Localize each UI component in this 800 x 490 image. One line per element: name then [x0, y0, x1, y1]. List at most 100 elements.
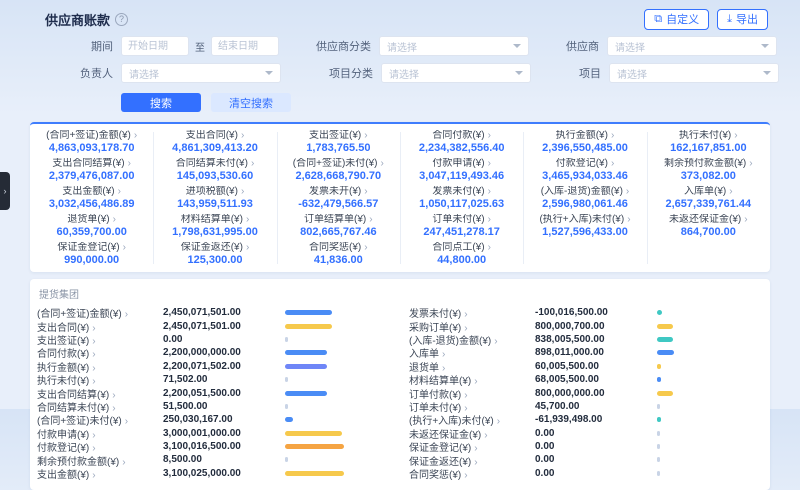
metric-row[interactable]: 支出合同结算(¥) 2,200,051,500.00: [37, 386, 391, 399]
project-select[interactable]: 请选择: [609, 63, 779, 83]
kpi-cell[interactable]: 支出合同结算(¥) 2,379,476,087.00: [30, 156, 153, 184]
kpi-cell[interactable]: 执行金额(¥) 2,396,550,485.00: [523, 128, 646, 156]
metric-row[interactable]: 合同奖惩(¥) 0.00: [409, 467, 763, 480]
kpi-cell[interactable]: 入库单(¥) 2,657,339,761.44: [647, 184, 770, 212]
metric-row[interactable]: (合同+签证)金额(¥) 2,450,071,501.00: [37, 306, 391, 319]
metric-row[interactable]: 保证金登记(¥) 0.00: [409, 440, 763, 453]
metric-row[interactable]: 合同结算未付(¥) 51,500.00: [37, 400, 391, 413]
kpi-cell[interactable]: 未返还保证金(¥) 864,700.00: [647, 212, 770, 240]
filter-panel: 期间 至 供应商分类 请选择 供应商 请选择: [30, 30, 770, 114]
metric-row[interactable]: 执行未付(¥) 71,502.00: [37, 373, 391, 386]
metric-bar-track: [285, 364, 391, 369]
owner-label: 负责人: [55, 65, 113, 81]
metric-row[interactable]: 保证金返还(¥) 0.00: [409, 453, 763, 466]
kpi-cell[interactable]: 材料结算单(¥) 1,798,631,995.00: [153, 212, 276, 240]
kpi-cell[interactable]: 合同结算未付(¥) 145,093,530.60: [153, 156, 276, 184]
metric-row[interactable]: 合同付款(¥) 2,200,000,000.00: [37, 346, 391, 359]
metric-bar: [285, 417, 293, 422]
metric-bar-track: [657, 457, 763, 462]
kpi-cell[interactable]: 付款申请(¥) 3,047,119,493.46: [400, 156, 523, 184]
metric-value: 2,200,051,500.00: [163, 388, 285, 399]
kpi-cell[interactable]: 进项税额(¥) 143,959,511.93: [153, 184, 276, 212]
metric-bar: [657, 310, 662, 315]
metric-row[interactable]: 付款登记(¥) 3,100,016,500.00: [37, 440, 391, 453]
chevron-right-icon: [461, 470, 467, 481]
kpi-cell[interactable]: 订单未付(¥) 247,451,278.17: [400, 212, 523, 240]
chevron-right-icon: [243, 242, 249, 253]
metric-bar: [657, 431, 660, 436]
kpi-label: (合同+签证)未付(¥): [293, 158, 378, 169]
kpi-cell[interactable]: 付款登记(¥) 3,465,934,033.46: [523, 156, 646, 184]
kpi-cell[interactable]: (入库-退货)金额(¥) 2,596,980,061.46: [523, 184, 646, 212]
metric-bar: [285, 391, 327, 396]
kpi-label: 支出合同(¥): [186, 130, 238, 141]
supplier-category-select[interactable]: 请选择: [379, 36, 529, 56]
kpi-cell[interactable]: 执行未付(¥) 162,167,851.00: [647, 128, 770, 156]
search-button[interactable]: 搜索: [121, 93, 201, 112]
kpi-cell[interactable]: 退货单(¥) 60,359,700.00: [30, 212, 153, 240]
metric-row[interactable]: 剩余预付款金额(¥) 8,500.00: [37, 453, 391, 466]
owner-select[interactable]: 请选择: [121, 63, 281, 83]
metric-value: 250,030,167.00: [163, 414, 285, 425]
kpi-cell[interactable]: (合同+签证)未付(¥) 2,628,668,790.70: [277, 156, 400, 184]
kpi-label: 合同付款(¥): [432, 130, 484, 141]
metric-row[interactable]: 支出合同(¥) 2,450,071,501.00: [37, 319, 391, 332]
metric-bar-track: [285, 377, 391, 382]
metric-row[interactable]: 订单未付(¥) 45,700.00: [409, 400, 763, 413]
metric-row[interactable]: (执行+入库)未付(¥) -61,939,498.00: [409, 413, 763, 426]
kpi-cell[interactable]: 支出合同(¥) 4,861,309,413.20: [153, 128, 276, 156]
kpi-value: 1,798,631,995.00: [159, 226, 270, 238]
period-label: 期间: [55, 38, 113, 54]
start-date-input[interactable]: [121, 36, 189, 56]
customize-button[interactable]: ⧉ 自定义: [644, 9, 709, 30]
kpi-value: 44,800.00: [406, 254, 517, 266]
metric-row[interactable]: 付款申请(¥) 3,000,001,000.00: [37, 427, 391, 440]
kpi-cell[interactable]: 发票未付(¥) 1,050,117,025.63: [400, 184, 523, 212]
supplier-select[interactable]: 请选择: [607, 36, 777, 56]
metric-row[interactable]: 材料结算单(¥) 68,005,500.00: [409, 373, 763, 386]
metric-row[interactable]: 执行金额(¥) 2,200,071,502.00: [37, 360, 391, 373]
metric-row[interactable]: (入库-退货)金额(¥) 838,005,500.00: [409, 333, 763, 346]
kpi-cell[interactable]: 保证金登记(¥) 990,000.00: [30, 240, 153, 268]
metric-row[interactable]: 支出金额(¥) 3,100,025,000.00: [37, 467, 391, 480]
kpi-cell[interactable]: 支出金额(¥) 3,032,456,486.89: [30, 184, 153, 212]
project-category-select[interactable]: 请选择: [381, 63, 531, 83]
metric-row[interactable]: 支出签证(¥) 0.00: [37, 333, 391, 346]
select-placeholder: 请选择: [387, 39, 417, 54]
metric-value: 838,005,500.00: [535, 334, 657, 345]
kpi-cell[interactable]: 保证金返还(¥) 125,300.00: [153, 240, 276, 268]
chevron-down-icon: [265, 71, 273, 75]
help-icon[interactable]: ?: [115, 13, 128, 26]
kpi-cell[interactable]: 合同奖惩(¥) 41,836.00: [277, 240, 400, 268]
kpi-cell[interactable]: 剩余预付款金额(¥) 373,082.00: [647, 156, 770, 184]
kpi-cell[interactable]: 合同付款(¥) 2,234,382,556.40: [400, 128, 523, 156]
chevron-right-icon: [361, 242, 367, 253]
metric-label: 合同奖惩(¥): [409, 470, 461, 481]
kpi-cell[interactable]: 发票未开(¥) -632,479,566.57: [277, 184, 400, 212]
kpi-cell[interactable]: (合同+签证)金额(¥) 4,863,093,178.70: [30, 128, 153, 156]
metric-row[interactable]: 采购订单(¥) 800,000,700.00: [409, 319, 763, 332]
metric-row[interactable]: (合同+签证)未付(¥) 250,030,167.00: [37, 413, 391, 426]
end-date-input[interactable]: [211, 36, 279, 56]
metric-row[interactable]: 发票未付(¥) -100,016,500.00: [409, 306, 763, 319]
metric-bar: [657, 324, 673, 329]
chevron-right-icon: [89, 470, 95, 481]
kpi-cell[interactable]: (执行+入库)未付(¥) 1,527,596,433.00: [523, 212, 646, 240]
metric-row[interactable]: 入库单 898,011,000.00: [409, 346, 763, 359]
kpi-value: 2,379,476,087.00: [36, 170, 147, 182]
metric-row[interactable]: 未返还保证金(¥) 0.00: [409, 427, 763, 440]
kpi-cell[interactable]: 合同点工(¥) 44,800.00: [400, 240, 523, 268]
kpi-cell[interactable]: 支出签证(¥) 1,783,765.50: [277, 128, 400, 156]
metric-bar: [657, 350, 674, 355]
kpi-cell[interactable]: 订单结算单(¥) 802,665,767.46: [277, 212, 400, 240]
clear-search-button[interactable]: 清空搜索: [211, 93, 291, 112]
chevron-right-icon: [731, 130, 737, 141]
column-divider: [277, 132, 278, 264]
metric-row[interactable]: 退货单 60,005,500.00: [409, 360, 763, 373]
column-divider: [400, 132, 401, 264]
side-drawer-handle[interactable]: ›: [0, 172, 10, 210]
kpi-value: 1,050,117,025.63: [406, 198, 517, 210]
metric-row[interactable]: 订单付款(¥) 800,000,000.00: [409, 386, 763, 399]
supplier-category-filter: 供应商分类 请选择: [301, 36, 529, 56]
export-button[interactable]: ⤓ 导出: [717, 9, 768, 30]
